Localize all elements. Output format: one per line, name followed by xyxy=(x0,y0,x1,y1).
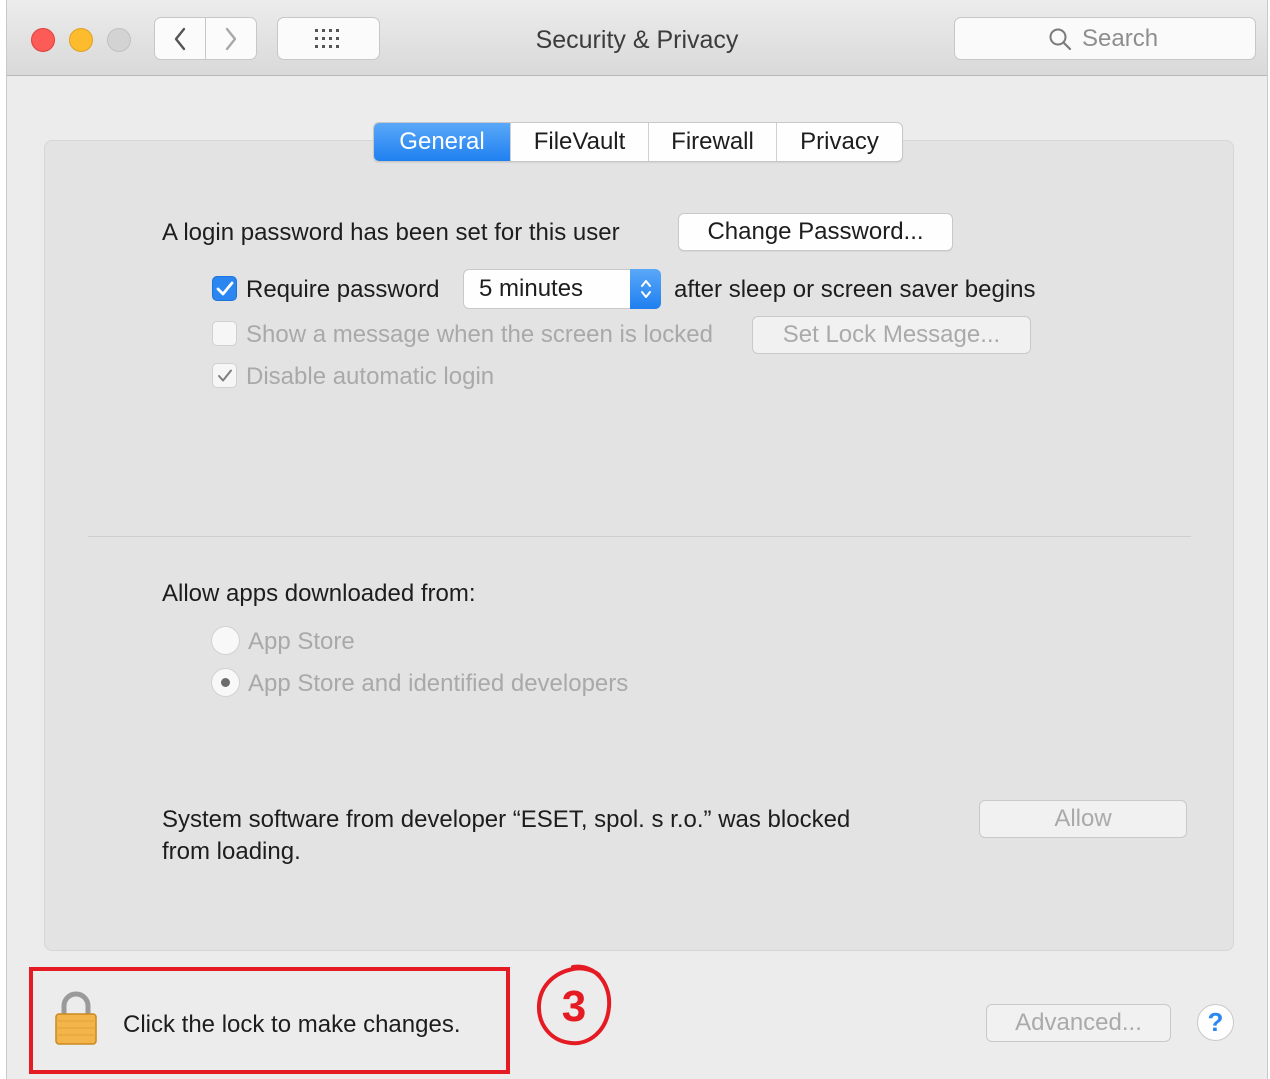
show-all-grid-icon xyxy=(314,28,339,48)
section-divider xyxy=(88,536,1191,537)
app-store-option-label: App Store xyxy=(248,628,355,655)
help-button[interactable]: ? xyxy=(1197,1004,1234,1041)
radio-selected-dot xyxy=(221,678,230,687)
search-field[interactable] xyxy=(954,17,1256,60)
title-bar: Security & Privacy xyxy=(7,0,1267,76)
after-sleep-label: after sleep or screen saver begins xyxy=(674,276,1036,303)
search-icon xyxy=(1049,28,1072,50)
tab-privacy[interactable]: Privacy xyxy=(776,123,902,161)
help-label: ? xyxy=(1207,1007,1224,1037)
chevron-right-icon xyxy=(225,27,237,50)
login-password-label: A login password has been set for this u… xyxy=(162,219,620,246)
change-password-button[interactable]: Change Password... xyxy=(678,213,953,251)
minimize-window-button[interactable] xyxy=(69,28,93,52)
zoom-window-button[interactable] xyxy=(107,28,131,52)
set-lock-message-button[interactable]: Set Lock Message... xyxy=(752,316,1031,354)
allow-apps-heading: Allow apps downloaded from: xyxy=(162,580,476,607)
require-password-checkbox[interactable] xyxy=(212,276,237,301)
tab-filevault[interactable]: FileVault xyxy=(510,123,648,161)
show-message-checkbox[interactable] xyxy=(212,321,237,346)
disable-auto-login-label: Disable automatic login xyxy=(246,363,495,390)
back-button[interactable] xyxy=(155,18,205,59)
navigation-buttons xyxy=(154,17,257,60)
preferences-window: Security & Privacy General FileVault Fir… xyxy=(6,0,1268,1079)
step-annotation: 3 xyxy=(533,961,615,1051)
forward-button[interactable] xyxy=(205,18,256,59)
delay-select-value: 5 minutes xyxy=(479,275,584,302)
tab-bar: General FileVault Firewall Privacy xyxy=(373,122,903,162)
tab-general[interactable]: General xyxy=(374,123,510,161)
tab-firewall[interactable]: Firewall xyxy=(648,123,776,161)
step-number: 3 xyxy=(562,982,586,1031)
blocked-message-line2: from loading. xyxy=(162,838,301,865)
checkmark-icon xyxy=(217,369,232,381)
show-all-button[interactable] xyxy=(277,17,380,60)
allow-button[interactable]: Allow xyxy=(979,800,1187,838)
search-input[interactable] xyxy=(1082,24,1162,53)
app-store-identified-option-label: App Store and identified developers xyxy=(248,670,629,697)
updown-arrows-icon xyxy=(630,269,661,309)
padlock-icon[interactable] xyxy=(53,990,99,1046)
lock-hint-label: Click the lock to make changes. xyxy=(123,1011,461,1038)
show-message-label: Show a message when the screen is locked xyxy=(246,321,713,348)
blocked-message-line1: System software from developer “ESET, sp… xyxy=(162,806,851,833)
require-password-delay-select[interactable]: 5 minutes xyxy=(463,269,661,309)
checkmark-icon xyxy=(216,281,233,295)
chevron-left-icon xyxy=(174,27,186,50)
disable-auto-login-checkbox[interactable] xyxy=(212,363,237,388)
radio-app-store[interactable] xyxy=(211,626,240,655)
advanced-button[interactable]: Advanced... xyxy=(986,1004,1171,1042)
radio-app-store-identified[interactable] xyxy=(211,668,240,697)
circled-number-icon: 3 xyxy=(536,964,612,1046)
require-password-label: Require password xyxy=(246,276,440,303)
close-window-button[interactable] xyxy=(31,28,55,52)
